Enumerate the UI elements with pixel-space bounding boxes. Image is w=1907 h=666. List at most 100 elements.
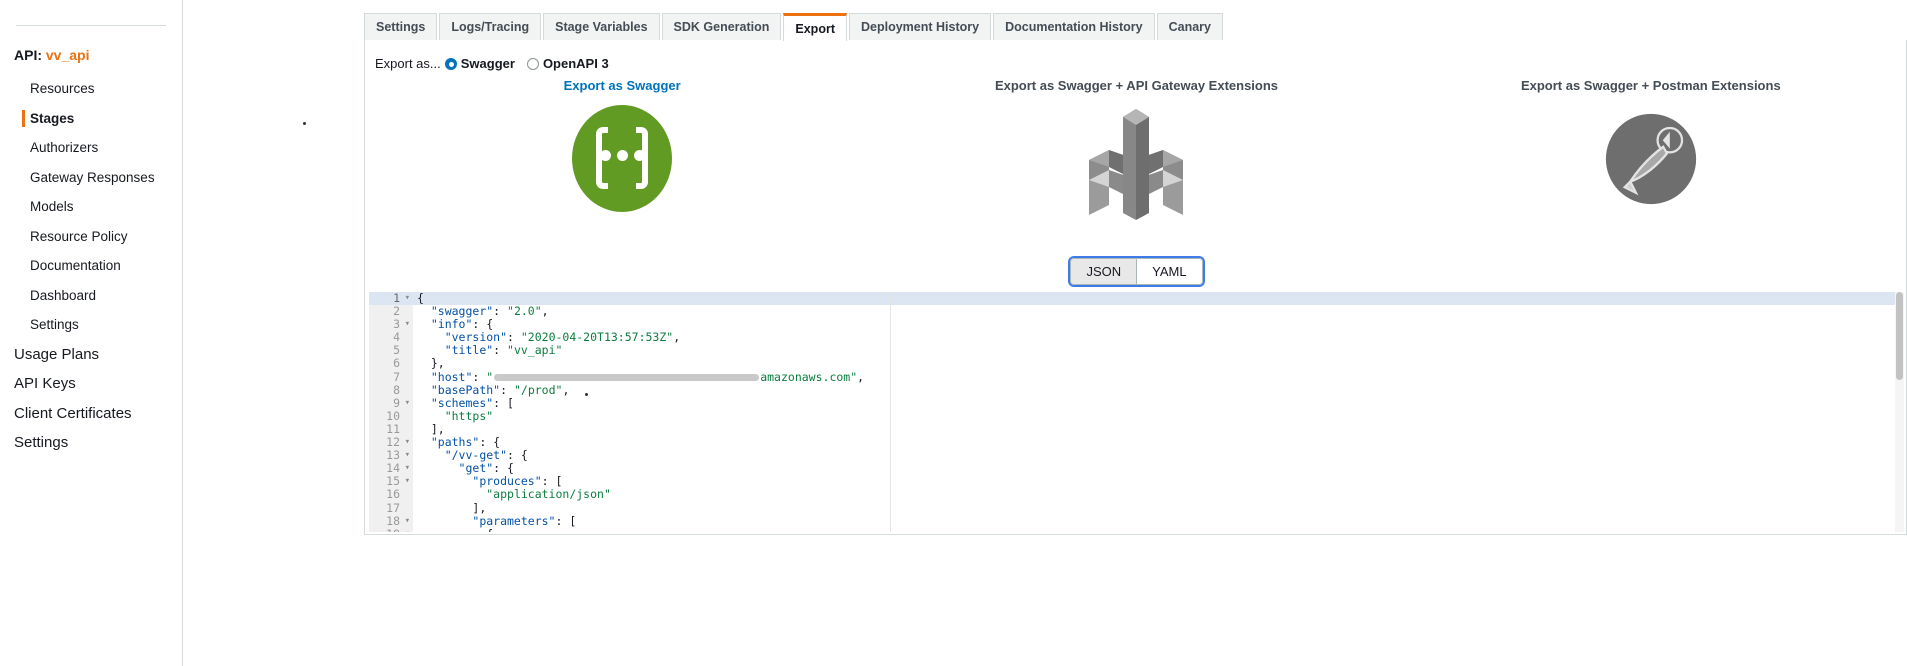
- main-content: Settings Logs/Tracing Stage Variables SDK G…: [355, 0, 1907, 666]
- code-fold-toggle-icon[interactable]: ▾: [405, 449, 410, 462]
- export-apigw-title: Export as Swagger + API Gateway Extensio…: [994, 78, 1279, 93]
- export-postman-title: Export as Swagger + Postman Extensions: [1520, 78, 1781, 93]
- editor-code-area[interactable]: { "swagger": "2.0", "info": { "version":…: [413, 292, 1904, 532]
- api-gateway-console-page: API: vv_api Resources Stages Authorizers Ga…: [0, 0, 1907, 666]
- tab-logs-tracing[interactable]: Logs/Tracing: [439, 13, 542, 40]
- editor-code-line: {: [413, 292, 1904, 306]
- editor-scrollbar-thumb[interactable]: [1896, 292, 1903, 380]
- editor-code-line: "https": [444, 408, 494, 423]
- sidebar-item-api-keys[interactable]: API Keys: [0, 369, 183, 399]
- code-fold-toggle-icon[interactable]: ▾: [405, 292, 410, 305]
- line-number-value: 14: [386, 461, 400, 476]
- sidebar-item-authorizers[interactable]: Authorizers: [0, 133, 183, 163]
- sidebar-item-usage-plans[interactable]: Usage Plans: [0, 340, 183, 370]
- json-toggle-button[interactable]: JSON: [1071, 259, 1138, 284]
- sidebar-item-label: Authorizers: [30, 140, 99, 156]
- sidebar-item-label: Settings: [14, 434, 69, 452]
- line-number-value: 1: [393, 292, 400, 305]
- sidebar-api-title: API: vv_api: [14, 47, 89, 63]
- sidebar-nav-list: Resources Stages Authorizers Gateway Respon…: [0, 74, 183, 458]
- sidebar-item-resource-policy[interactable]: Resource Policy: [0, 222, 183, 252]
- sidebar-item-settings[interactable]: Settings: [0, 428, 183, 458]
- swagger-code-editor[interactable]: 1▾23▾456789▾101112▾13▾14▾15▾161718▾19▾ {…: [369, 292, 1904, 532]
- export-panel: Export as... Swagger OpenAPI 3 Export as…: [364, 40, 1907, 535]
- tab-documentation-history[interactable]: Documentation History: [993, 13, 1155, 40]
- code-fold-toggle-icon[interactable]: ▾: [405, 436, 410, 449]
- editor-print-margin: [890, 292, 891, 532]
- radio-swagger[interactable]: [444, 57, 457, 70]
- radio-openapi3-label[interactable]: OpenAPI 3: [543, 56, 609, 71]
- postman-logo-icon[interactable]: [1604, 112, 1698, 206]
- tab-label: Settings: [376, 20, 426, 34]
- line-number-value: 13: [386, 448, 400, 463]
- code-fold-toggle-icon[interactable]: ▾: [405, 318, 410, 331]
- tab-canary[interactable]: Canary: [1156, 13, 1223, 40]
- sidebar-item-models[interactable]: Models: [0, 192, 183, 222]
- code-fold-toggle-icon[interactable]: ▾: [405, 462, 410, 475]
- swagger-logo-icon[interactable]: [572, 105, 673, 212]
- export-column-swagger: Export as Swagger: [365, 78, 879, 288]
- line-number-value: 8: [393, 382, 400, 397]
- tab-label: Logs/Tracing: [451, 20, 530, 34]
- sidebar-item-client-certificates[interactable]: Client Certificates: [0, 399, 183, 429]
- editor-line-number: 2: [369, 305, 413, 318]
- editor-code-line: "parameters": [: [472, 513, 577, 528]
- line-number-value: 12: [386, 435, 400, 450]
- sidebar-item-resources[interactable]: Resources: [0, 74, 183, 104]
- sidebar-item-documentation[interactable]: Documentation: [0, 251, 183, 281]
- sidebar-item-gateway-responses[interactable]: Gateway Responses: [0, 163, 183, 193]
- line-number-value: 6: [393, 356, 400, 371]
- sidebar-item-label: Gateway Responses: [30, 169, 155, 185]
- editor-code-line: "swagger": "2.0",: [430, 304, 549, 319]
- editor-line-number: 6: [369, 357, 413, 370]
- editor-vertical-scrollbar[interactable]: [1895, 292, 1904, 532]
- line-number-value: 10: [386, 408, 400, 423]
- line-number-value: 11: [386, 421, 400, 436]
- line-number-value: 18: [386, 513, 400, 528]
- editor-code-line: "produces": [: [472, 474, 563, 489]
- editor-code-line: "get": {: [458, 461, 514, 476]
- editor-line-number: 8: [369, 382, 413, 397]
- tab-label: Export: [795, 21, 835, 36]
- code-fold-toggle-icon[interactable]: ▾: [405, 515, 410, 528]
- line-number-value: 9: [393, 395, 400, 410]
- code-fold-toggle-icon[interactable]: ▾: [405, 397, 410, 410]
- code-fold-toggle-icon[interactable]: ▾: [405, 475, 410, 488]
- line-number-value: 3: [393, 317, 400, 332]
- line-number-value: 7: [393, 369, 400, 384]
- editor-code-line: },: [430, 356, 445, 371]
- radio-swagger-label[interactable]: Swagger: [461, 56, 515, 71]
- redacted-host-mask: [494, 373, 760, 381]
- editor-code-line: "version": "2020-04-20T13:57:53Z",: [444, 330, 681, 345]
- tab-sdk-generation[interactable]: SDK Generation: [661, 13, 782, 40]
- format-toggle-group: JSON YAML: [1070, 258, 1203, 285]
- sidebar-item-label: API Keys: [14, 375, 76, 393]
- editor-code-line: "paths": {: [430, 435, 501, 450]
- editor-line-number: 3 ▾: [369, 318, 413, 331]
- tab-label: Deployment History: [860, 20, 980, 34]
- editor-code-line: "application/json": [486, 487, 611, 502]
- tab-settings[interactable]: Settings: [364, 13, 438, 40]
- editor-code-line: ],: [430, 421, 445, 436]
- sidebar-item-label: Client Certificates: [14, 404, 132, 422]
- tab-stage-variables[interactable]: Stage Variables: [543, 13, 660, 40]
- editor-line-number: 5: [369, 344, 413, 357]
- api-label: API:: [14, 47, 42, 63]
- yaml-toggle-button[interactable]: YAML: [1137, 259, 1202, 284]
- api-gateway-logo-icon[interactable]: [1081, 105, 1191, 220]
- radio-openapi3[interactable]: [526, 57, 539, 70]
- code-fold-toggle-icon[interactable]: ▾: [405, 528, 410, 532]
- tab-deployment-history[interactable]: Deployment History: [848, 13, 992, 40]
- editor-line-number: 4: [369, 331, 413, 344]
- sidebar-item-label: Resource Policy: [30, 228, 128, 244]
- editor-code-line: "/vv-get": {: [444, 448, 528, 463]
- export-swagger-title[interactable]: Export as Swagger: [564, 78, 681, 93]
- api-name[interactable]: vv_api: [46, 47, 90, 63]
- sidebar-item-label: Settings: [30, 317, 79, 333]
- sidebar-item-stages[interactable]: Stages: [0, 104, 183, 134]
- stray-artifact-dot-2: [585, 393, 588, 396]
- sidebar-item-settings[interactable]: Settings: [0, 310, 183, 340]
- tab-export[interactable]: Export: [783, 13, 847, 41]
- sidebar-divider: [16, 25, 166, 26]
- sidebar-item-dashboard[interactable]: Dashboard: [0, 281, 183, 311]
